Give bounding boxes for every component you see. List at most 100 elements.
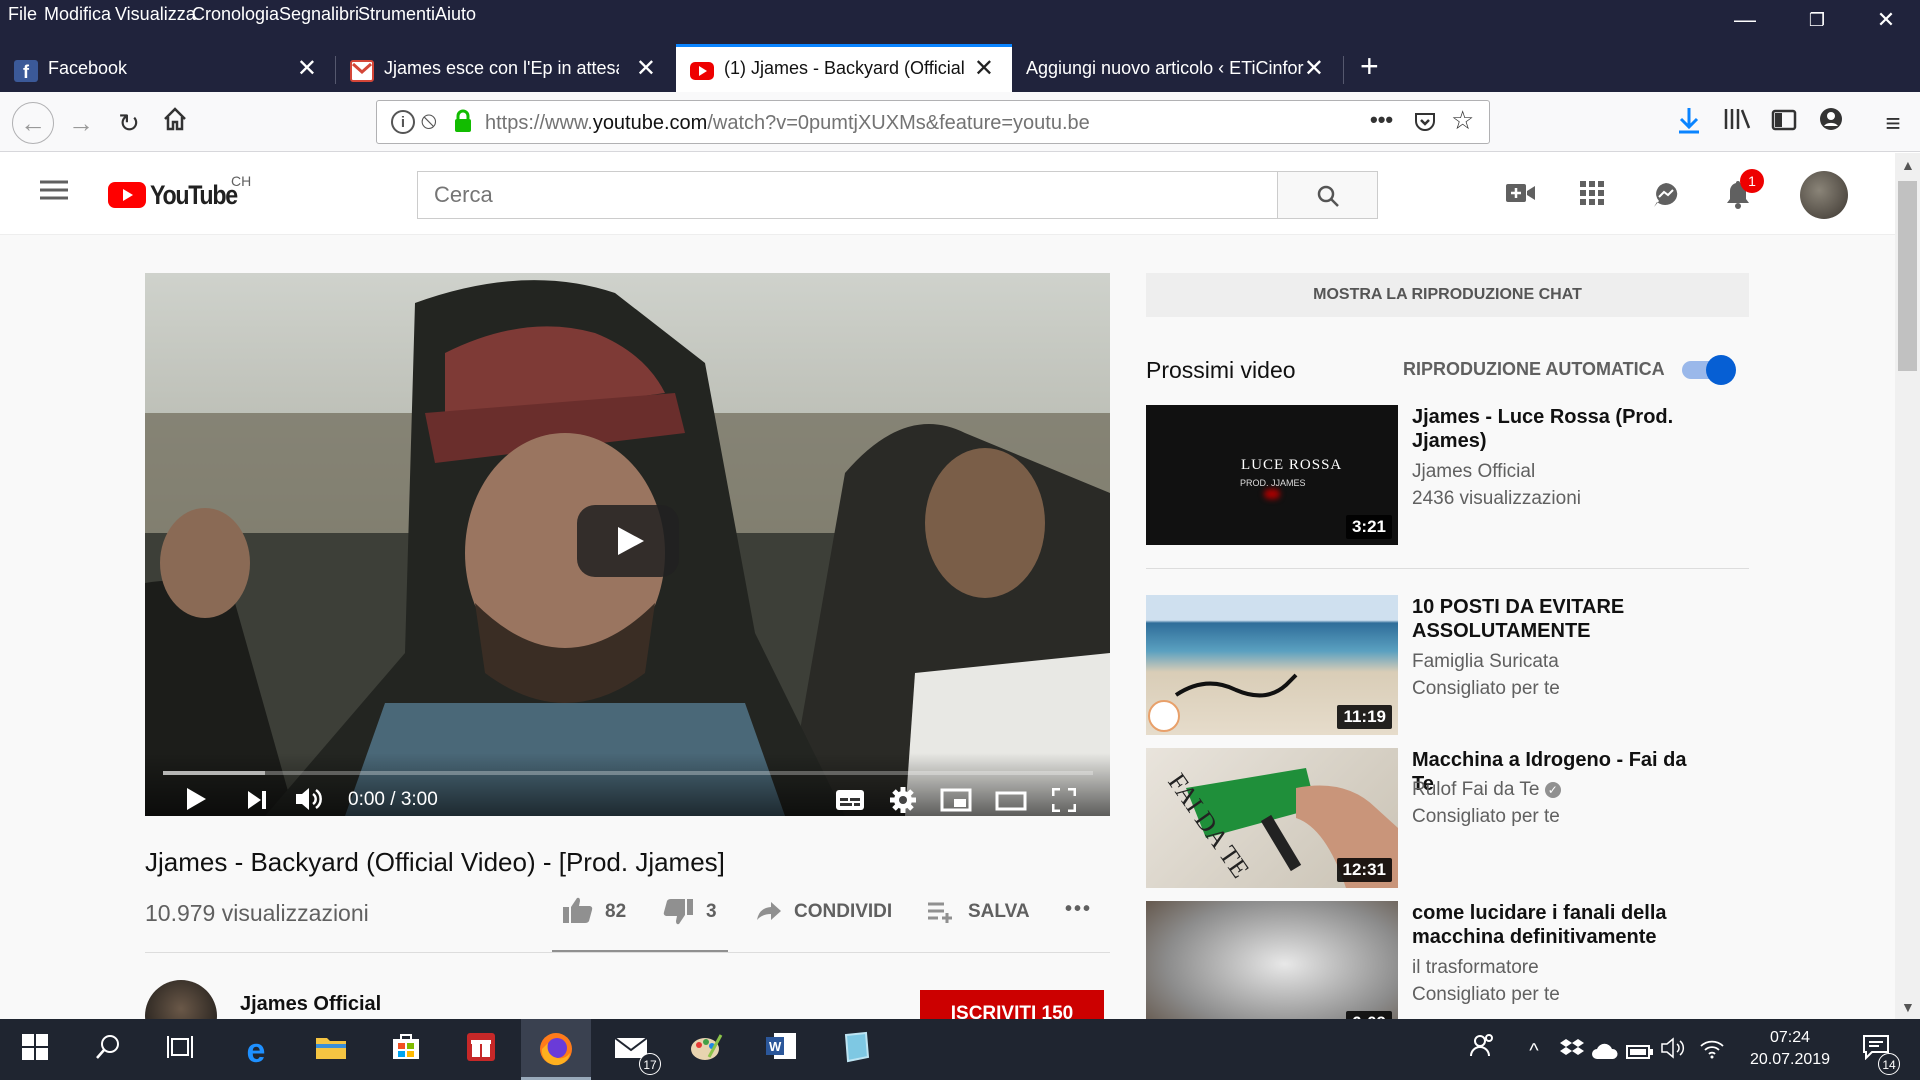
- paint-icon[interactable]: [686, 1031, 726, 1071]
- onedrive-icon[interactable]: [1585, 1031, 1625, 1071]
- up-next-video[interactable]: 11:19 10 POSTI DA EVITARE ASSOLUTAMENTE …: [1146, 595, 1749, 735]
- menu-strumenti[interactable]: Strumenti: [358, 4, 435, 25]
- back-arrow-icon[interactable]: ←: [12, 102, 54, 144]
- avatar[interactable]: [1800, 171, 1848, 219]
- clock-time: 07:24: [1769, 1029, 1811, 1046]
- channel-name[interactable]: Famiglia Suricata: [1412, 651, 1559, 673]
- scrollbar-thumb[interactable]: [1898, 181, 1917, 371]
- messages-icon[interactable]: [1652, 181, 1680, 214]
- close-tab-icon[interactable]: ✕: [297, 54, 317, 83]
- menu-modifica[interactable]: Modifica: [44, 4, 111, 25]
- more-actions-button[interactable]: •••: [1065, 898, 1092, 921]
- video-thumbnail[interactable]: 11:19: [1146, 595, 1398, 735]
- home-icon[interactable]: [158, 106, 192, 140]
- create-video-icon[interactable]: [1506, 181, 1536, 210]
- notifications-bell-icon[interactable]: 1: [1726, 169, 1764, 214]
- video-thumbnail[interactable]: FAI DA TE 12:31: [1146, 748, 1398, 888]
- menu-aiuto[interactable]: Aiuto: [435, 4, 476, 25]
- play-overlay-button[interactable]: [577, 505, 679, 577]
- channel-name[interactable]: Jjames Official: [1412, 461, 1535, 483]
- menu-segnalibri[interactable]: Segnalibri: [279, 4, 359, 25]
- firefox-icon[interactable]: [536, 1031, 576, 1071]
- theater-mode-icon[interactable]: [995, 790, 1027, 816]
- url-bar[interactable]: i ⦸ https://www.youtube.com/watch?v=0pum…: [376, 100, 1490, 144]
- forward-arrow-icon[interactable]: →: [64, 106, 98, 140]
- word-icon[interactable]: W: [761, 1031, 801, 1071]
- sidebar-icon[interactable]: [1767, 106, 1801, 140]
- file-explorer-icon[interactable]: [311, 1031, 351, 1071]
- tab-gmail[interactable]: Jjames esce con l'Ep in attesa d ✕: [336, 44, 674, 92]
- video-thumbnail[interactable]: 6:09: [1146, 901, 1398, 1019]
- subtitles-icon[interactable]: [835, 789, 865, 816]
- apps-grid-icon[interactable]: [1580, 181, 1604, 210]
- wifi-icon[interactable]: [1692, 1031, 1732, 1071]
- store-icon[interactable]: [386, 1031, 426, 1071]
- video-thumbnail[interactable]: LUCE ROSSA PROD. JJAMES 3:21: [1146, 405, 1398, 545]
- search-button[interactable]: [1278, 171, 1378, 219]
- autoplay-toggle[interactable]: [1682, 355, 1736, 385]
- up-next-video[interactable]: 6:09 come lucidare i fanali della macchi…: [1146, 901, 1749, 1019]
- reload-icon[interactable]: ↻: [112, 106, 146, 140]
- miniplayer-icon[interactable]: [940, 788, 972, 816]
- play-button-icon[interactable]: [185, 787, 207, 816]
- account-icon[interactable]: [1814, 106, 1848, 140]
- library-icon[interactable]: [1720, 106, 1754, 140]
- windows-start-icon[interactable]: [15, 1031, 55, 1071]
- video-player[interactable]: 0:00 / 3:00: [145, 273, 1110, 816]
- info-icon[interactable]: i: [391, 110, 415, 134]
- progress-bar[interactable]: [163, 771, 1093, 775]
- page-actions-icon[interactable]: •••: [1370, 107, 1393, 133]
- up-next-video[interactable]: FAI DA TE 12:31 Macchina a Idrogeno - Fa…: [1146, 748, 1749, 888]
- svg-text:W: W: [769, 1039, 782, 1054]
- next-video-icon[interactable]: [247, 789, 267, 816]
- close-tab-icon[interactable]: ✕: [974, 54, 994, 83]
- video-meta: Consigliato per te: [1412, 678, 1560, 699]
- download-icon[interactable]: [1672, 106, 1706, 140]
- new-tab-button[interactable]: +: [1360, 48, 1379, 85]
- channel-name[interactable]: Jjames Official: [240, 993, 381, 1016]
- fullscreen-icon[interactable]: [1051, 787, 1077, 816]
- action-center-icon[interactable]: 14: [1856, 1031, 1900, 1075]
- task-view-icon[interactable]: [160, 1031, 200, 1071]
- guide-menu-icon[interactable]: [40, 179, 68, 206]
- people-icon[interactable]: [1463, 1031, 1503, 1071]
- scroll-down-icon[interactable]: ▼: [1901, 999, 1915, 1015]
- close-window-button[interactable]: ✕: [1856, 0, 1916, 40]
- channel-name[interactable]: il trasformatore: [1412, 957, 1539, 979]
- video-title[interactable]: 10 POSTI DA EVITARE ASSOLUTAMENTE: [1412, 595, 1702, 643]
- notes-app-icon[interactable]: [836, 1031, 876, 1071]
- gift-app-icon[interactable]: [461, 1031, 501, 1071]
- channel-name[interactable]: Rulof Fai da Te ✓: [1412, 779, 1561, 801]
- tracking-protection-icon[interactable]: ⦸: [421, 107, 437, 135]
- search-box[interactable]: [417, 171, 1278, 219]
- minimize-button[interactable]: —: [1715, 0, 1775, 40]
- show-chat-replay-button[interactable]: MOSTRA LA RIPRODUZIONE CHAT: [1146, 273, 1749, 317]
- system-clock[interactable]: 07:24 20.07.2019: [1742, 1027, 1838, 1071]
- tab-wordpress[interactable]: Aggiungi nuovo articolo ‹ ETiCinfor ✕: [1012, 44, 1342, 92]
- menu-visualizza[interactable]: Visualizza: [115, 4, 196, 25]
- edge-icon[interactable]: e: [236, 1031, 276, 1071]
- tray-overflow-icon[interactable]: ^: [1514, 1031, 1554, 1071]
- close-tab-icon[interactable]: ✕: [636, 54, 656, 83]
- scroll-up-icon[interactable]: ▲: [1901, 157, 1915, 173]
- menu-cronologia[interactable]: Cronologia: [192, 4, 279, 25]
- menu-file[interactable]: File: [8, 4, 37, 25]
- bookmark-star-icon[interactable]: ☆: [1451, 105, 1474, 136]
- search-input[interactable]: [418, 172, 1277, 218]
- hamburger-menu-icon[interactable]: ≡: [1876, 106, 1910, 140]
- settings-gear-icon[interactable]: [890, 787, 916, 816]
- restore-button[interactable]: ❐: [1787, 0, 1847, 40]
- up-next-video[interactable]: LUCE ROSSA PROD. JJAMES 3:21 Jjames - Lu…: [1146, 405, 1749, 545]
- mail-icon[interactable]: 17: [611, 1031, 661, 1075]
- video-title[interactable]: come lucidare i fanali della macchina de…: [1412, 901, 1702, 949]
- page-scrollbar[interactable]: ▲ ▼: [1895, 153, 1920, 1019]
- volume-icon[interactable]: [295, 785, 325, 816]
- close-tab-icon[interactable]: ✕: [1304, 54, 1324, 83]
- tab-facebook[interactable]: f Facebook ✕: [0, 44, 335, 92]
- volume-tray-icon[interactable]: [1654, 1031, 1694, 1071]
- tab-youtube[interactable]: (1) Jjames - Backyard (Official V ✕: [676, 44, 1012, 92]
- pocket-icon[interactable]: [1413, 110, 1437, 139]
- video-title[interactable]: Jjames - Luce Rossa (Prod. Jjames): [1412, 405, 1702, 453]
- youtube-play-icon: [108, 182, 146, 208]
- search-icon[interactable]: [88, 1031, 128, 1071]
